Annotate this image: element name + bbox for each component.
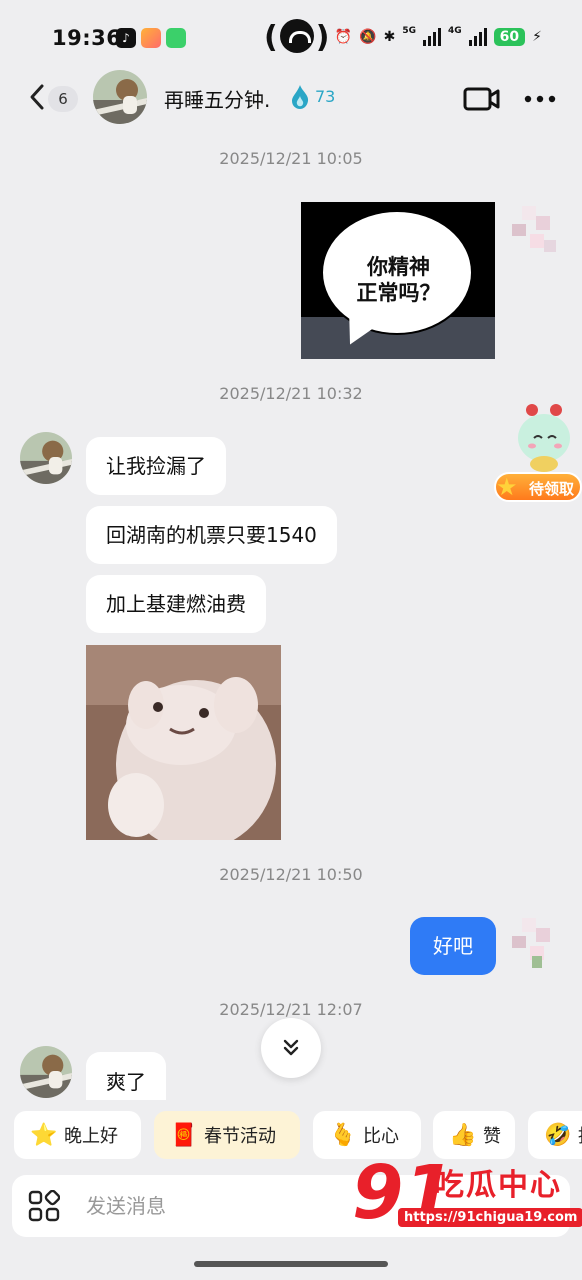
thumbs-up-emoji-icon: 👍 (449, 1122, 477, 1148)
received-message[interactable]: 让我捡漏了 (86, 437, 226, 495)
spark-flame-icon (292, 85, 309, 109)
alarm-icon: ⏰ (334, 29, 353, 45)
contact-avatar[interactable] (93, 70, 147, 124)
self-avatar[interactable] (512, 918, 562, 968)
double-chevron-down-icon (283, 1039, 299, 1056)
contact-message-avatar[interactable] (20, 1046, 72, 1098)
tiktok-icon: ♪ (116, 28, 136, 48)
watermark-url: https://91chigua19.com (398, 1208, 582, 1227)
star-icon: ★ (496, 473, 518, 501)
sent-meme-image[interactable]: 你精神 正常吗？ (301, 202, 495, 359)
dynamic-island-icon: () (264, 18, 330, 55)
more-options-icon[interactable] (524, 95, 556, 103)
heart-hands-emoji-icon: 🫰 (329, 1122, 357, 1148)
battery-icon: 60 (493, 28, 526, 46)
back-arrow-icon[interactable] (26, 82, 50, 112)
site-watermark-logo: 91 吃瓜中心 https://91chigua19.com (352, 1148, 582, 1244)
quick-reply-label: 赞 (483, 1126, 501, 1147)
unread-count-badge[interactable]: 6 (48, 86, 78, 112)
signal-bars-icon-2 (468, 28, 487, 46)
quick-reply-label: 晚上好 (64, 1126, 118, 1147)
quick-reply-label: 揺 (578, 1122, 582, 1148)
message-input[interactable] (86, 1189, 386, 1223)
home-indicator[interactable] (194, 1261, 388, 1267)
laughing-emoji-icon: 🤣 (544, 1122, 572, 1148)
scroll-to-bottom-button[interactable] (261, 1018, 321, 1078)
sent-message[interactable]: 好吧 (410, 917, 496, 975)
chat-header: 6 再睡五分钟. 73 (0, 64, 582, 132)
quick-reply-label: 春节活动 (204, 1126, 276, 1147)
meme-caption: 你精神 正常吗？ (356, 255, 441, 305)
bluetooth-icon: ✱ (383, 29, 396, 45)
red-envelope-emoji-icon: 🧧 (170, 1122, 198, 1148)
signal-5g-icon: 5G (402, 26, 417, 36)
quick-reply-chip[interactable]: ⭐ 晚上好 (14, 1111, 141, 1159)
received-message[interactable]: 加上基建燃油费 (86, 575, 266, 633)
apps-grid-icon[interactable] (28, 1190, 60, 1222)
mute-icon: 🔕 (359, 29, 377, 45)
video-call-icon[interactable] (463, 86, 501, 112)
charging-icon: ⚡ (532, 29, 542, 45)
timestamp: 2025/12/21 10:05 (219, 149, 363, 168)
contact-message-avatar[interactable] (20, 432, 72, 484)
received-message[interactable]: 回湖南的机票只要1540 (86, 506, 337, 564)
timestamp: 2025/12/21 10:50 (219, 865, 363, 884)
timestamp: 2025/12/21 12:07 (219, 1000, 363, 1019)
received-meme-image[interactable] (86, 645, 281, 840)
star-emoji-icon: ⭐ (30, 1122, 58, 1148)
received-message[interactable]: 爽了 (86, 1052, 166, 1100)
quick-reply-chip[interactable]: 🧧 春节活动 (154, 1111, 300, 1159)
video-app-icon (141, 28, 161, 48)
quick-reply-label: 比心 (363, 1126, 399, 1147)
signal-4g-icon: 4G (448, 26, 462, 36)
app-notification-icon (166, 28, 186, 48)
contact-name[interactable]: 再睡五分钟. (164, 84, 270, 113)
status-time: 19:36 (52, 26, 122, 50)
watermark-text: 吃瓜中心 (434, 1168, 562, 1203)
spark-count: 73 (315, 87, 336, 106)
signal-bars-icon (423, 28, 442, 46)
self-avatar[interactable] (512, 206, 562, 256)
status-bar: 19:36 ♪ () ⏰ 🔕 ✱ 5G 4G 60 ⚡ (0, 0, 582, 74)
status-icons: ⏰ 🔕 ✱ 5G 4G 60 ⚡ (334, 26, 542, 46)
